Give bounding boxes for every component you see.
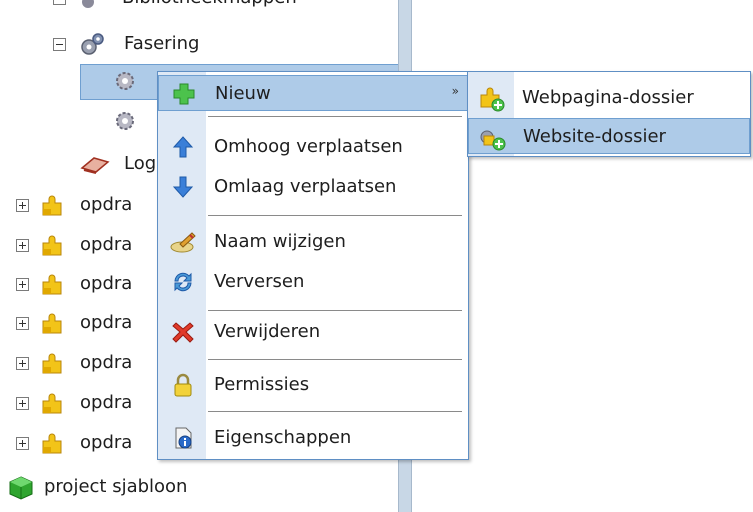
menu-item-label: Verwijderen	[214, 321, 321, 342]
submenu-arrow: »	[451, 84, 459, 98]
puzzle-icon	[42, 313, 62, 334]
lock-icon	[174, 373, 192, 397]
puzzle-icon	[42, 195, 62, 216]
tree-row-opdracht[interactable]: opdra	[0, 388, 160, 418]
gears-icon	[81, 33, 104, 55]
tree-row-opdracht[interactable]: opdra	[0, 348, 160, 378]
tree-item-label: opdra	[80, 352, 133, 373]
arrow-up-icon	[172, 136, 194, 158]
submenu-nieuw: Webpagina-dossier Website-dossier	[467, 71, 751, 157]
menu-item-label: Verversen	[214, 271, 305, 292]
puzzle-icon	[42, 353, 62, 374]
context-menu: Nieuw » Omhoog verplaatsen Omlaag verpla…	[157, 71, 469, 460]
menu-item-label: Nieuw	[215, 83, 271, 104]
gear-icon	[116, 112, 134, 130]
menu-item-permissies[interactable]: Permissies	[158, 367, 468, 403]
tree-row-fasering[interactable]: Fasering	[0, 29, 398, 59]
menu-separator	[208, 310, 462, 311]
arrow-down-icon	[172, 176, 194, 198]
menu-item-naam-wijzigen[interactable]: Naam wijzigen	[158, 224, 468, 260]
puzzle-icon	[42, 274, 62, 295]
tree-item-label: opdra	[80, 432, 133, 453]
collapse-toggle[interactable]	[53, 38, 66, 51]
expand-toggle[interactable]	[16, 397, 29, 410]
menu-item-label: Omhoog verplaatsen	[214, 136, 403, 157]
tree-row-opdracht[interactable]: opdra	[0, 308, 160, 338]
webpage-dossier-icon	[480, 87, 505, 112]
tree-row-opdracht[interactable]: opdra	[0, 428, 160, 458]
menu-separator	[208, 411, 462, 412]
menu-item-omhoog[interactable]: Omhoog verplaatsen	[158, 129, 468, 165]
menu-item-label: Website-dossier	[523, 126, 666, 147]
tree-item-label: project sjabloon	[44, 476, 188, 497]
tree-item-label: opdra	[80, 273, 133, 294]
expand-toggle[interactable]	[16, 437, 29, 450]
tree-row-bibliotheekmappen[interactable]: Bibliotheekmappen	[0, 0, 398, 13]
expand-toggle[interactable]	[16, 239, 29, 252]
menu-item-nieuw[interactable]: Nieuw »	[158, 75, 468, 111]
tree-row-project-sjabloon[interactable]: project sjabloon	[0, 472, 398, 502]
submenu-item-website-dossier[interactable]: Website-dossier	[468, 118, 750, 154]
menu-item-eigenschappen[interactable]: Eigenschappen	[158, 420, 468, 456]
expand-toggle[interactable]	[16, 199, 29, 212]
menu-item-omlaag[interactable]: Omlaag verplaatsen	[158, 169, 468, 205]
puzzle-icon	[42, 235, 62, 256]
tree-item-label: opdra	[80, 234, 133, 255]
menu-item-label: Omlaag verplaatsen	[214, 176, 397, 197]
book-icon	[80, 157, 110, 174]
expand-toggle[interactable]	[16, 357, 29, 370]
tree-item-label: Log	[124, 153, 157, 174]
tree-item-label: Bibliotheekmappen	[122, 0, 297, 13]
green-plus-icon	[173, 83, 195, 105]
puzzle-icon	[42, 433, 62, 454]
green-cube-icon	[9, 476, 33, 500]
tree-row-log[interactable]: Log	[0, 149, 160, 179]
gear-icon	[116, 72, 134, 90]
menu-item-label: Permissies	[214, 374, 310, 395]
website-dossier-icon	[480, 130, 506, 151]
menu-separator	[208, 215, 462, 216]
menu-item-label: Webpagina-dossier	[522, 87, 694, 108]
submenu-item-webpagina-dossier[interactable]: Webpagina-dossier	[468, 80, 750, 116]
menu-separator	[208, 359, 462, 360]
rename-icon	[170, 232, 196, 253]
tree-item-label: opdra	[80, 312, 133, 333]
menu-item-label: Eigenschappen	[214, 427, 352, 448]
delete-icon	[172, 322, 194, 343]
menu-item-verwijderen[interactable]: Verwijderen	[158, 314, 468, 350]
expand-toggle[interactable]	[16, 278, 29, 291]
tree-item-label: opdra	[80, 194, 133, 215]
tree-row-opdracht[interactable]: opdra	[0, 269, 160, 299]
menu-separator	[208, 116, 462, 117]
puzzle-icon	[42, 393, 62, 414]
menu-item-verversen[interactable]: Verversen	[158, 264, 468, 300]
menu-item-label: Naam wijzigen	[214, 231, 346, 252]
tree-row-opdracht[interactable]: opdra	[0, 190, 160, 220]
properties-icon	[175, 427, 192, 449]
tree-item-label: opdra	[80, 392, 133, 413]
tree-item-label: Fasering	[124, 33, 200, 54]
collapse-toggle[interactable]	[53, 0, 66, 5]
expand-toggle[interactable]	[16, 317, 29, 330]
refresh-icon	[174, 272, 192, 292]
gears-icon	[82, 0, 94, 8]
tree-row-opdracht[interactable]: opdra	[0, 230, 160, 260]
